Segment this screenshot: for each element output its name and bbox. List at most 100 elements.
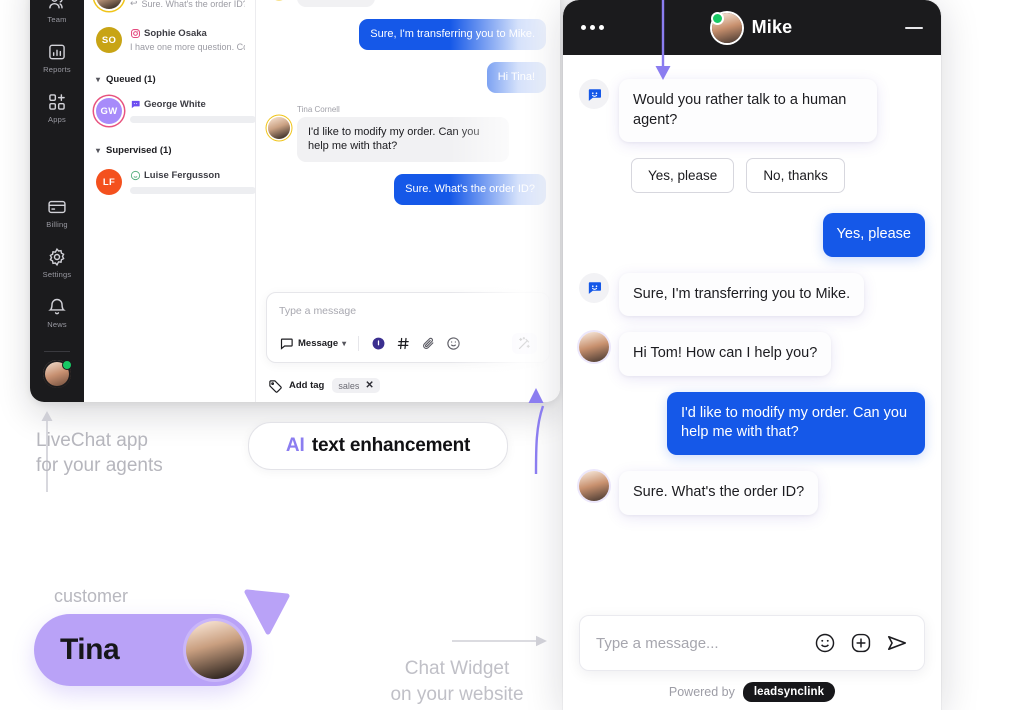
more-dots-icon[interactable] [581,25,604,30]
quick-reply-no-button[interactable]: No, thanks [746,158,845,194]
chat-preview-text: Sure. What's the order ID? [141,0,245,9]
team-icon [47,0,67,12]
chat-meta: George White [130,98,255,123]
chat-name: George White [144,99,206,110]
message-row-incoming: I'd like to modify my order. Can you hel… [268,116,546,163]
avatar-initials: LF [102,176,116,188]
chat-name: Luise Fergusson [144,170,221,181]
message-bubble: Yes, please [297,0,376,7]
attachment-icon[interactable] [421,336,436,351]
group-title: Supervised (1) [106,145,172,156]
customer-name: Tina [60,633,120,666]
chat-name-line: Luise Fergusson [130,170,245,181]
list-item[interactable]: SO Sophie Osaka I have one more question… [84,18,255,62]
powered-by: Powered by leadsynclink [579,682,925,702]
preview-placeholder-bar [130,187,255,194]
quick-reply-yes-button[interactable]: Yes, please [631,158,735,194]
avatar [186,621,244,679]
bot-avatar [579,79,609,109]
avatar: LF [96,169,122,195]
chat-bot-icon [588,88,601,101]
sidebar-item-label: Team [47,15,67,24]
news-icon [47,297,67,317]
app-sidebar-rail: Team Reports Apps Billing Settings News [30,0,84,402]
caption-line-2: on your website [390,683,524,705]
send-icon[interactable] [886,632,908,654]
chat-preview: I have one more question. Could... [130,42,245,52]
avatar: GW [96,98,122,124]
speech-bubble-icon [279,336,294,351]
tag-label: sales [338,380,360,391]
preview-placeholder-bar [130,116,255,123]
emoji-icon[interactable] [814,632,836,654]
caption-customer: customer [54,586,129,606]
hash-icon[interactable] [396,336,411,351]
widget-message-bubble: I'd like to modify my order. Can you hel… [667,391,925,455]
message-bubble: Hi Tina! [486,61,546,93]
smiley-status-icon [130,170,141,181]
sidebar-item-settings[interactable]: Settings [30,247,84,279]
list-item[interactable]: Tina Cornell ↩ Sure. What's the order ID… [84,0,255,18]
billing-icon [47,197,67,217]
rail-divider [44,351,70,352]
caption-arrow-widget [452,635,547,647]
sidebar-item-label: Settings [42,270,72,279]
sidebar-item-label: News [47,320,67,329]
chevron-down-icon: ▾ [96,75,101,84]
widget-message-bubble: Yes, please [822,213,925,257]
widget-message-list[interactable]: Would you rather talk to a human agent? … [563,55,941,615]
plus-icon[interactable] [850,632,872,654]
chat-meta: Tina Cornell ↩ Sure. What's the order ID… [130,0,245,9]
purple-triangle-decoration [244,589,290,635]
ai-text-enhancement-badge: AI text enhancement [248,422,508,470]
widget-composer[interactable]: Type a message... [579,615,925,671]
info-icon[interactable] [371,336,386,351]
screenshot-stage: Team Reports Apps Billing Settings News … [0,0,1024,710]
widget-message-row-bot: Would you rather talk to a human agent? [579,79,925,143]
brand-badge[interactable]: leadsynclink [742,682,836,702]
minimize-icon[interactable] [905,26,923,29]
widget-header-identity: Mike [563,11,941,43]
message-thread[interactable]: Yes, please Sure, I'm transferring you t… [256,0,560,292]
widget-message-bubble: Would you rather talk to a human agent? [619,79,877,143]
pointer-arrow-widget-bot [655,0,671,80]
chat-list-panel[interactable]: Tina Cornell ↩ Sure. What's the order ID… [84,0,256,402]
sidebar-item-billing[interactable]: Billing [30,197,84,229]
caption-chat-widget: Chat Widget on your website [352,656,562,707]
emoji-icon[interactable] [446,336,461,351]
group-header-supervised[interactable]: ▾ Supervised (1) [84,133,255,160]
ai-wand-icon[interactable] [512,333,537,354]
widget-message-bubble: Sure, I'm transferring you to Mike. [619,272,865,317]
ai-badge-accent: AI [285,435,305,456]
current-agent-avatar[interactable] [43,360,72,388]
chat-preview: ↩ Sure. What's the order ID? [130,0,245,9]
widget-message-row-agent: Hi Tom! How can I help you? [579,332,925,376]
message-mode-label: Message [298,338,339,349]
apps-icon [47,92,67,112]
widget-message-input[interactable]: Type a message... [596,635,800,652]
close-icon[interactable]: ✕ [365,380,373,391]
chevron-down-icon: ▾ [96,146,101,155]
conversation-panel: Yes, please Sure, I'm transferring you t… [256,0,560,402]
chat-name: Sophie Osaka [144,28,207,39]
toolbar-divider [358,336,360,351]
message-sender-name: Tina Cornell [297,104,340,114]
message-row-outgoing: Sure, I'm transferring you to Mike. [268,18,546,50]
widget-footer: Type a message... Powered by leadsynclin… [563,615,941,710]
composer-toolbar: Message ▾ [277,333,539,362]
message-mode-selector[interactable]: Message ▾ [279,336,346,351]
sidebar-item-reports[interactable]: Reports [30,42,84,74]
add-tag-label[interactable]: Add tag [289,380,324,391]
sidebar-item-news[interactable]: News [30,297,84,329]
message-composer[interactable]: Type a message Message ▾ [266,292,550,363]
caption-line-1: Chat Widget [404,658,510,679]
group-header-queued[interactable]: ▾ Queued (1) [84,62,255,89]
message-input-placeholder[interactable]: Type a message [277,303,539,333]
message-bubble: Sure, I'm transferring you to Mike. [359,18,546,50]
tag-chip[interactable]: sales ✕ [332,378,380,393]
widget-message-row-user: Yes, please [579,213,925,257]
sidebar-item-team[interactable]: Team [30,0,84,24]
sidebar-item-apps[interactable]: Apps [30,92,84,124]
list-item[interactable]: LF Luise Fergusson [84,160,255,204]
list-item[interactable]: GW George White [84,89,255,133]
